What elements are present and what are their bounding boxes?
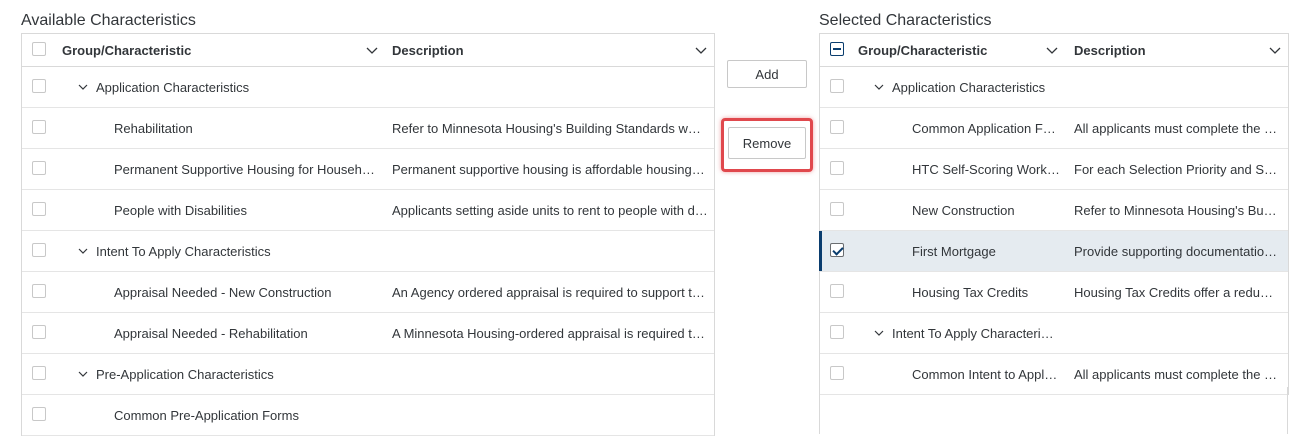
item-name: New Construction [912, 202, 1015, 218]
chevron-down-icon[interactable] [874, 328, 884, 338]
chevron-down-icon[interactable] [695, 44, 707, 56]
available-col-group[interactable]: Group/Characteristic [62, 34, 342, 66]
item-description: Refer to Minnesota Housing's Bu… [1074, 202, 1277, 218]
item-description: Housing Tax Credits offer a redu… [1074, 284, 1273, 300]
group-label: Application Characteristics [874, 67, 1084, 107]
chevron-down-icon[interactable] [366, 44, 378, 56]
available-header-row: Group/Characteristic Description [22, 34, 714, 67]
item-name: Common Pre-Application Forms [114, 407, 299, 423]
row-checkbox[interactable] [830, 284, 844, 298]
row-checkbox[interactable] [32, 325, 46, 339]
selected-title: Selected Characteristics [819, 12, 992, 29]
remove-button[interactable]: Remove [728, 127, 806, 159]
item-name: Appraisal Needed - New Construction [114, 284, 332, 300]
item-name: Common Application F… [912, 120, 1056, 136]
row-checkbox-checked[interactable] [830, 243, 844, 257]
selected-item-row[interactable]: Common Intent to Appl… All applicants mu… [820, 354, 1288, 395]
selected-col-desc[interactable]: Description [1074, 34, 1254, 66]
selected-item-row[interactable]: HTC Self-Scoring Work… For each Selectio… [820, 149, 1288, 190]
item-description: Refer to Minnesota Housing's Building St… [392, 120, 708, 136]
selected-item-row-active[interactable]: First Mortgage Provide supporting docume… [819, 231, 1288, 272]
selected-item-row[interactable]: Housing Tax Credits Housing Tax Credits … [820, 272, 1288, 313]
selected-header-row: Group/Characteristic Description [820, 34, 1288, 67]
chevron-down-icon[interactable] [78, 369, 88, 379]
group-label: Intent To Apply Characteri… [874, 313, 1064, 353]
group-label: Application Characteristics [78, 67, 378, 107]
row-checkbox[interactable] [32, 161, 46, 175]
available-title: Available Characteristics [21, 12, 196, 29]
item-description: All applicants must complete the … [1074, 366, 1278, 382]
chevron-down-icon[interactable] [1046, 44, 1058, 56]
group-label: Pre-Application Characteristics [78, 354, 378, 394]
row-checkbox[interactable] [830, 120, 844, 134]
chevron-down-icon[interactable] [874, 82, 884, 92]
available-group-row[interactable]: Pre-Application Characteristics [22, 354, 714, 395]
selected-select-all-checkbox[interactable] [830, 42, 844, 56]
item-description: For each Selection Priority and S… [1074, 161, 1278, 177]
item-name: Appraisal Needed - Rehabilitation [114, 325, 308, 341]
selected-group-row[interactable]: Intent To Apply Characteri… [820, 313, 1288, 354]
item-name: Permanent Supportive Housing for Househ… [114, 161, 375, 177]
row-checkbox[interactable] [32, 407, 46, 421]
row-checkbox[interactable] [830, 161, 844, 175]
item-name: Common Intent to Appl… [912, 366, 1058, 382]
selected-table: Group/Characteristic Description Applica… [819, 33, 1289, 395]
available-group-row[interactable]: Intent To Apply Characteristics [22, 231, 714, 272]
selected-item-row[interactable]: New Construction Refer to Minnesota Hous… [820, 190, 1288, 231]
row-checkbox[interactable] [830, 325, 844, 339]
available-item-row[interactable]: Common Pre-Application Forms [22, 395, 714, 436]
available-item-row[interactable]: Appraisal Needed - Rehabilitation A Minn… [22, 313, 714, 354]
row-checkbox[interactable] [32, 284, 46, 298]
available-select-all-checkbox[interactable] [32, 42, 46, 56]
selected-item-row[interactable]: Common Application F… All applicants mus… [820, 108, 1288, 149]
item-description: Applicants setting aside units to rent t… [392, 202, 708, 218]
item-name: Housing Tax Credits [912, 284, 1029, 300]
row-checkbox[interactable] [32, 79, 46, 93]
row-checkbox[interactable] [830, 366, 844, 380]
item-description: All applicants must complete the … [1074, 120, 1278, 136]
available-item-row[interactable]: Permanent Supportive Housing for Househ…… [22, 149, 714, 190]
group-label: Intent To Apply Characteristics [78, 231, 378, 271]
selected-col-group[interactable]: Group/Characteristic [858, 34, 1018, 66]
selected-group-row[interactable]: Application Characteristics [820, 67, 1288, 108]
selected-table-border [819, 387, 820, 434]
row-checkbox[interactable] [32, 120, 46, 134]
item-description: Provide supporting documentatio… [1074, 243, 1278, 259]
item-name: Rehabilitation [114, 120, 193, 136]
available-group-row[interactable]: Application Characteristics [22, 67, 714, 108]
available-table: Group/Characteristic Description Applica… [21, 33, 715, 436]
available-item-row[interactable]: People with Disabilities Applicants sett… [22, 190, 714, 231]
row-checkbox[interactable] [830, 202, 844, 216]
item-description: A Minnesota Housing-ordered appraisal is… [392, 325, 705, 341]
item-name: People with Disabilities [114, 202, 247, 218]
available-col-desc[interactable]: Description [392, 34, 672, 66]
row-checkbox[interactable] [32, 202, 46, 216]
selected-table-border [1287, 387, 1288, 434]
add-button[interactable]: Add [727, 60, 807, 88]
row-checkbox[interactable] [32, 366, 46, 380]
item-description: Permanent supportive housing is affordab… [392, 161, 708, 177]
available-item-row[interactable]: Appraisal Needed - New Construction An A… [22, 272, 714, 313]
item-name: First Mortgage [912, 243, 996, 259]
row-checkbox[interactable] [830, 79, 844, 93]
chevron-down-icon[interactable] [1269, 44, 1281, 56]
row-checkbox[interactable] [32, 243, 46, 257]
item-description [392, 395, 708, 435]
item-description: An Agency ordered appraisal is required … [392, 284, 705, 300]
chevron-down-icon[interactable] [78, 246, 88, 256]
chevron-down-icon[interactable] [78, 82, 88, 92]
item-name: HTC Self-Scoring Work… [912, 161, 1060, 177]
available-item-row[interactable]: Rehabilitation Refer to Minnesota Housin… [22, 108, 714, 149]
